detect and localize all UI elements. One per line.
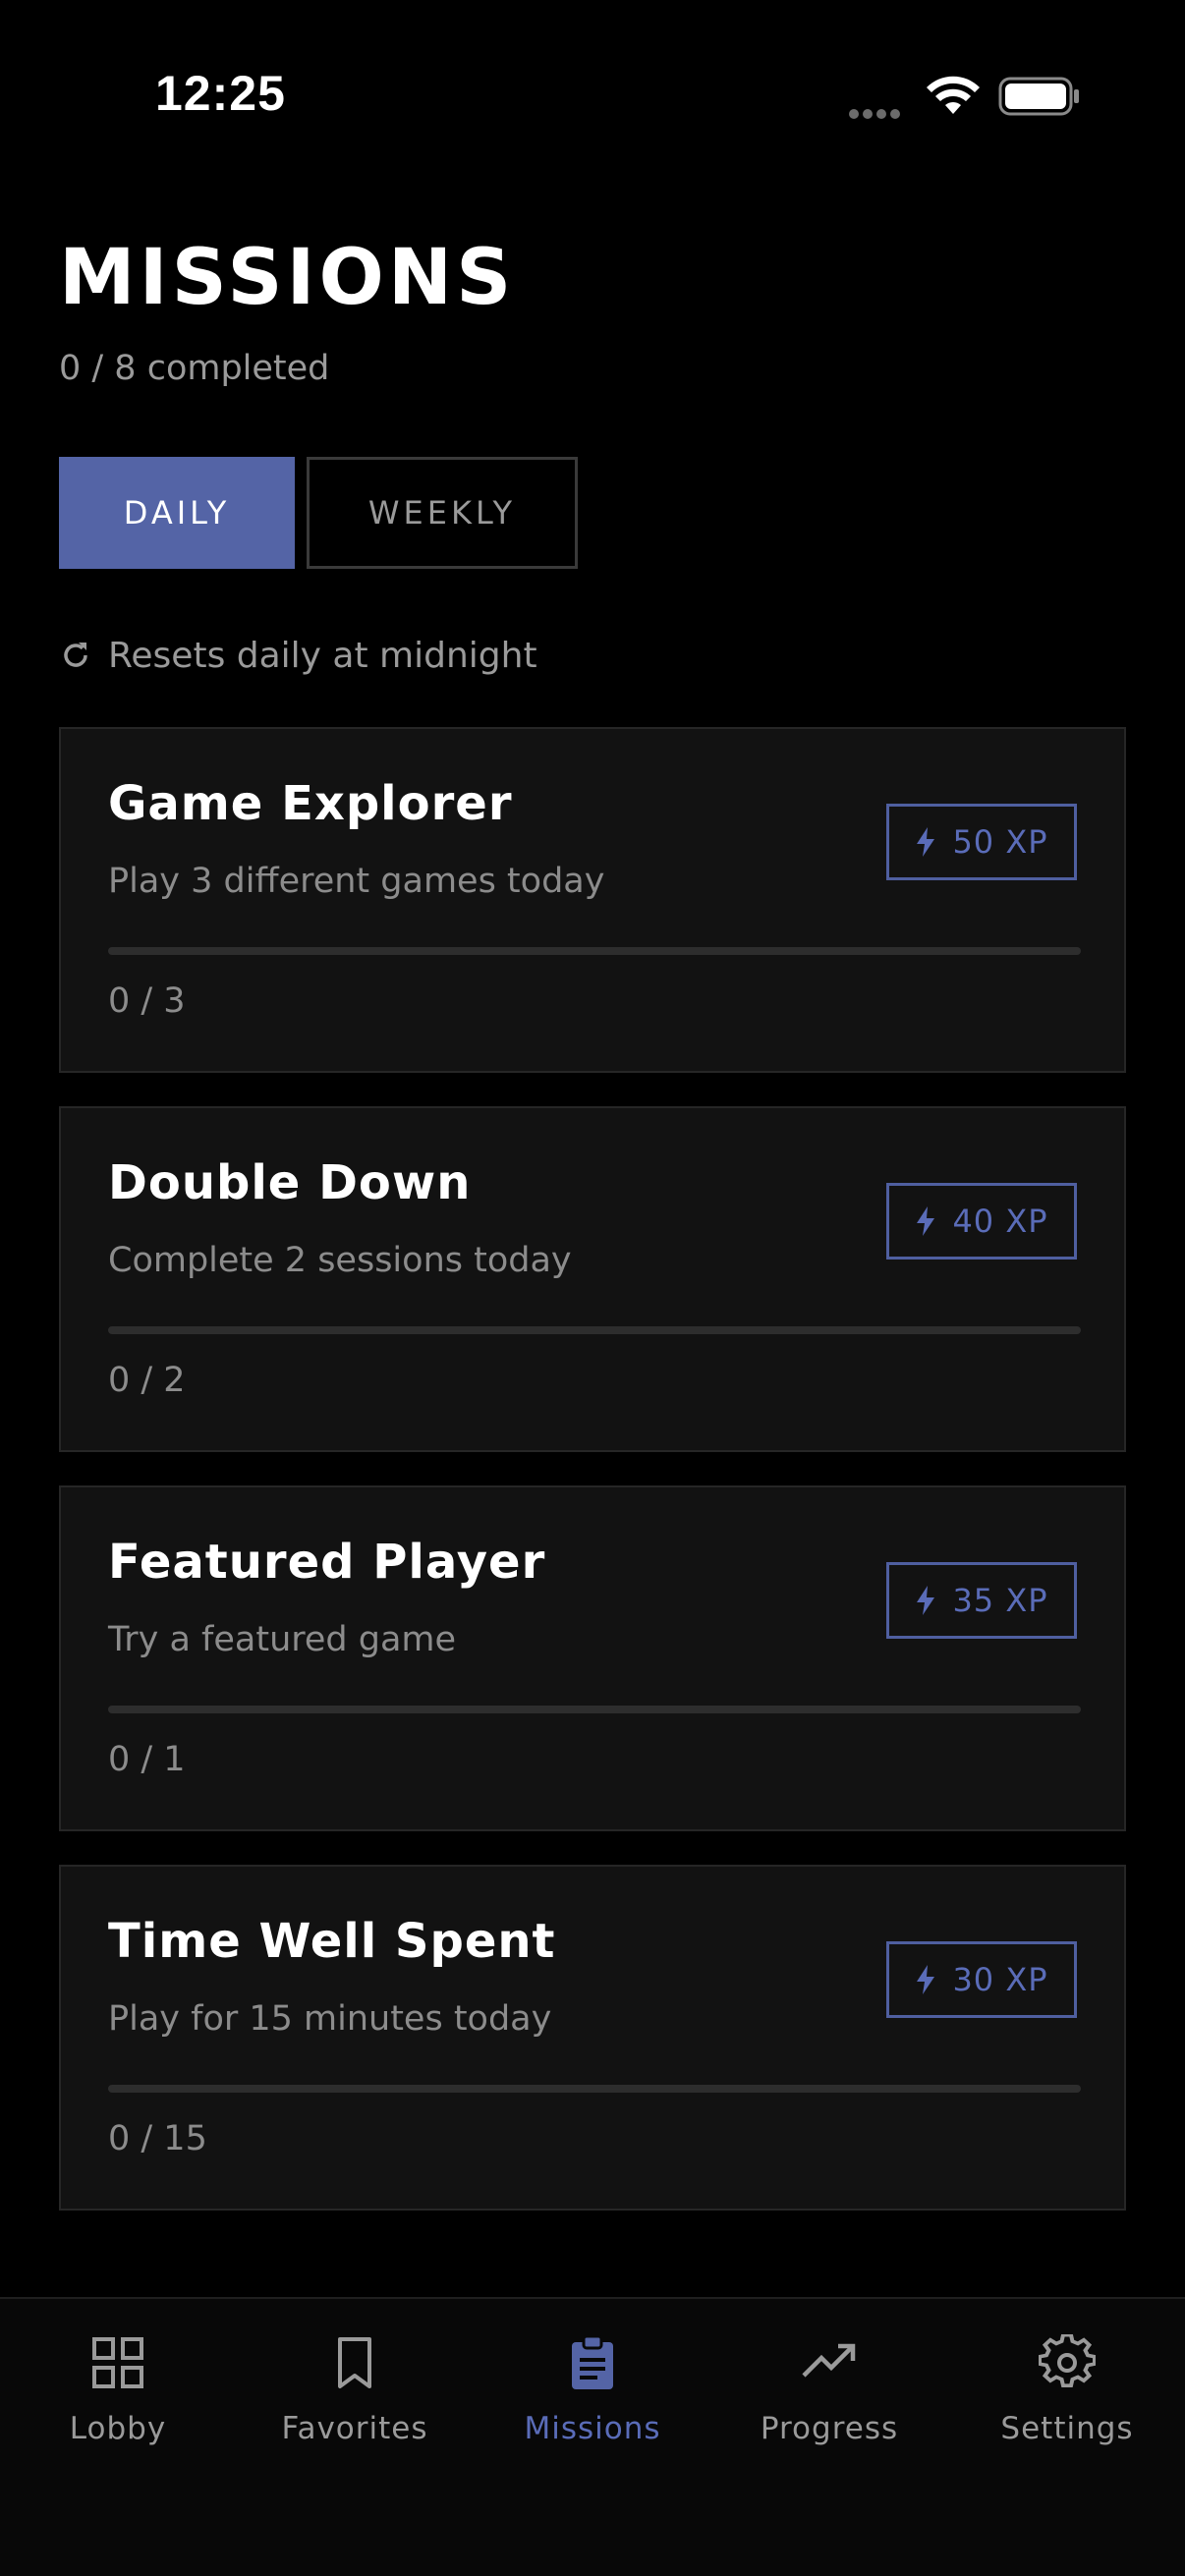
grid-icon	[92, 2337, 143, 2388]
xp-value: 40 XP	[952, 1203, 1048, 1240]
nav-item-missions[interactable]: Missions	[475, 2334, 710, 2472]
page-title: MISSIONS	[59, 234, 516, 322]
xp-value: 30 XP	[952, 1961, 1048, 1998]
bookmark-icon	[338, 2337, 371, 2388]
mission-description: Try a featured game	[108, 1620, 457, 1659]
nav-label: Progress	[760, 2411, 899, 2446]
progress-bar	[108, 1326, 1081, 1334]
trending-up-icon	[802, 2343, 856, 2378]
progress-bar	[108, 947, 1081, 955]
xp-badge: 30 XP	[886, 1941, 1077, 2018]
tab-daily[interactable]: DAILY	[59, 457, 295, 569]
mission-card-time-well-spent[interactable]: Time Well Spent Play for 15 minutes toda…	[59, 1865, 1126, 2211]
bolt-icon	[917, 1965, 935, 1994]
nav-label: Favorites	[281, 2411, 428, 2446]
progress-text: 0 / 15	[108, 2119, 207, 2158]
reset-text: Resets daily at midnight	[108, 635, 537, 676]
nav-item-favorites[interactable]: Favorites	[237, 2334, 473, 2472]
nav-label: Lobby	[69, 2411, 167, 2446]
mission-title: Double Down	[108, 1155, 472, 1210]
progress-bar	[108, 1706, 1081, 1713]
mission-card-game-explorer[interactable]: Game Explorer Play 3 different games tod…	[59, 727, 1126, 1073]
mission-card-double-down[interactable]: Double Down Complete 2 sessions today 40…	[59, 1106, 1126, 1452]
bottom-nav: Lobby Favorites Missions Progress Settin…	[0, 2297, 1185, 2576]
progress-bar	[108, 2085, 1081, 2093]
clipboard-icon	[572, 2334, 613, 2389]
cellular-signal-icon	[849, 104, 904, 123]
nav-item-lobby[interactable]: Lobby	[0, 2334, 236, 2472]
mission-title: Featured Player	[108, 1535, 546, 1590]
refresh-icon	[64, 643, 87, 667]
progress-text: 0 / 2	[108, 1361, 186, 1400]
reset-note: Resets daily at midnight	[59, 631, 537, 680]
mission-description: Play for 15 minutes today	[108, 1999, 552, 2039]
progress-text: 0 / 3	[108, 981, 186, 1021]
wifi-icon	[927, 76, 980, 114]
completion-count: 0 / 8 completed	[59, 349, 330, 388]
nav-item-progress[interactable]: Progress	[711, 2334, 947, 2472]
mission-description: Play 3 different games today	[108, 862, 605, 901]
bolt-icon	[917, 827, 935, 857]
gear-icon	[1039, 2334, 1096, 2388]
tab-weekly[interactable]: WEEKLY	[307, 457, 578, 569]
xp-badge: 50 XP	[886, 804, 1077, 880]
mission-card-featured-player[interactable]: Featured Player Try a featured game 35 X…	[59, 1485, 1126, 1831]
xp-badge: 35 XP	[886, 1562, 1077, 1639]
nav-item-settings[interactable]: Settings	[949, 2334, 1185, 2472]
status-bar: 12:25	[0, 0, 1185, 147]
status-time: 12:25	[155, 66, 286, 121]
mission-title: Time Well Spent	[108, 1914, 556, 1969]
bolt-icon	[917, 1206, 935, 1236]
mission-description: Complete 2 sessions today	[108, 1241, 572, 1280]
xp-value: 50 XP	[952, 823, 1048, 861]
xp-value: 35 XP	[952, 1582, 1048, 1619]
progress-text: 0 / 1	[108, 1740, 186, 1779]
battery-icon	[998, 77, 1079, 116]
nav-label: Missions	[524, 2411, 661, 2446]
xp-badge: 40 XP	[886, 1183, 1077, 1260]
bolt-icon	[917, 1586, 935, 1615]
nav-label: Settings	[1000, 2411, 1134, 2446]
mission-title: Game Explorer	[108, 776, 513, 831]
